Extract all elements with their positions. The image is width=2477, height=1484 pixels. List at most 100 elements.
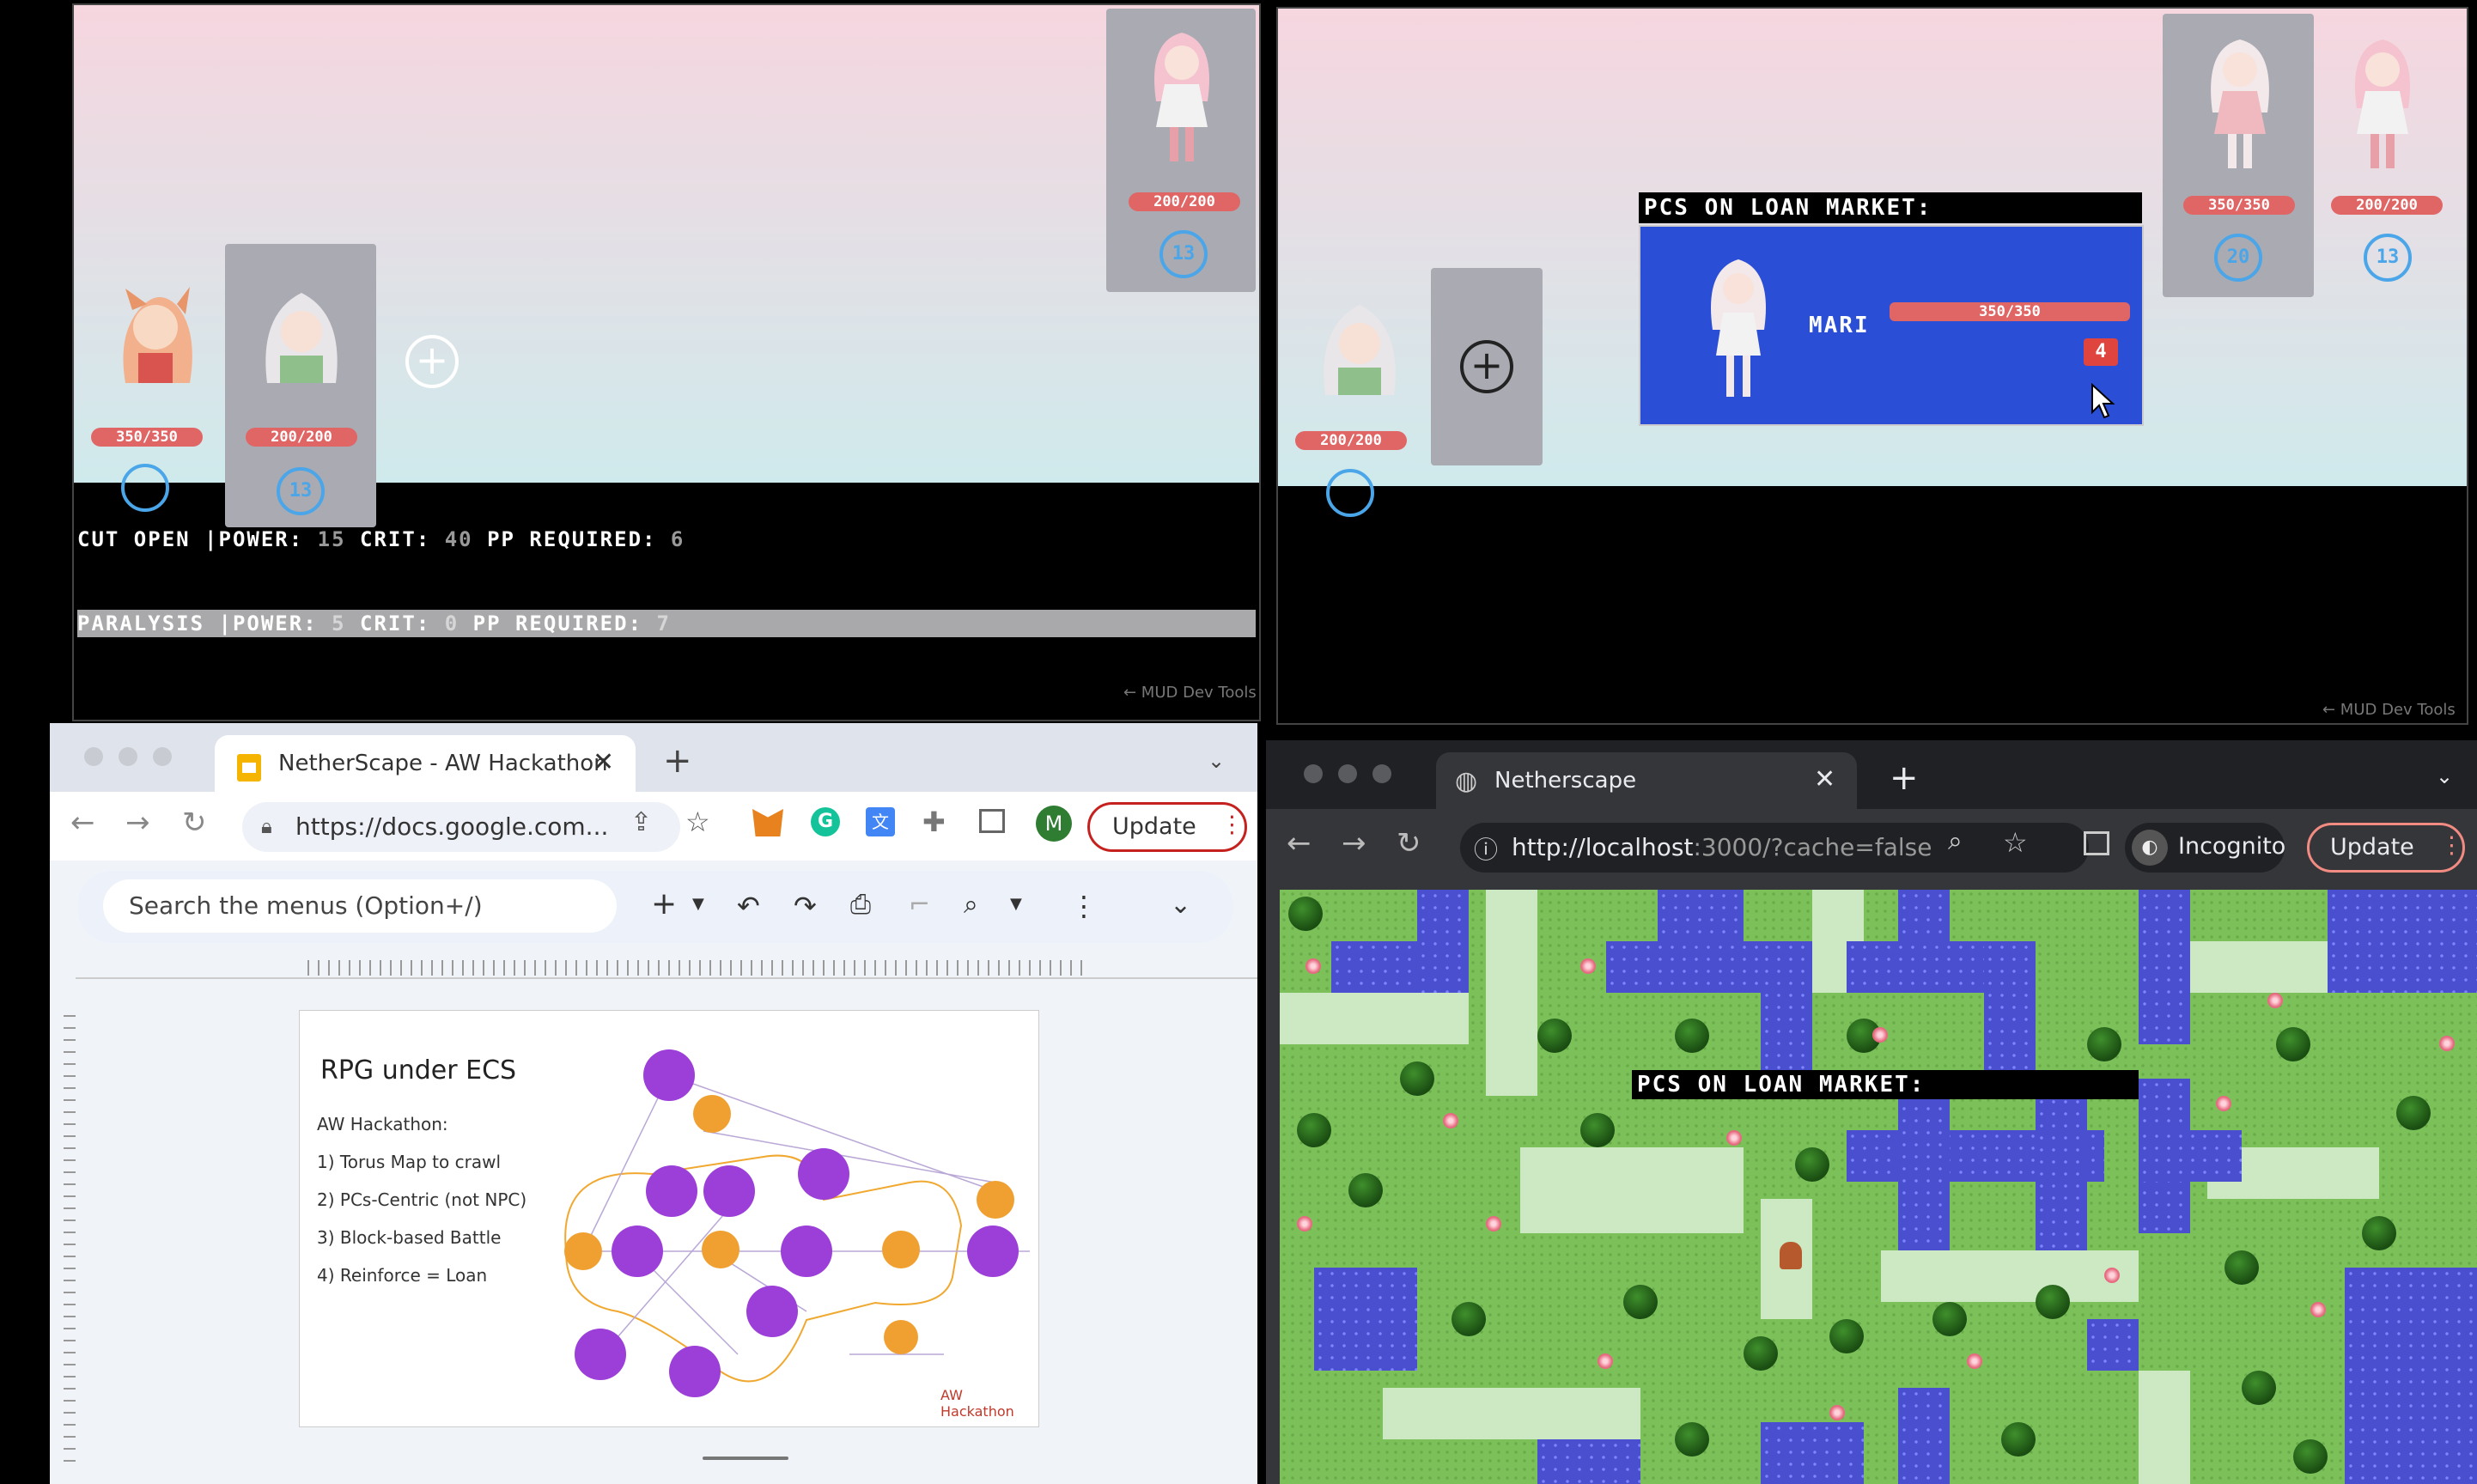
insert-plus-icon[interactable]: + <box>651 886 677 921</box>
party-sprite-white-hair[interactable] <box>1312 292 1407 404</box>
enemy-hp-bar: 200/200 <box>2331 196 2443 215</box>
enemy-hp-bar: 200/200 <box>1129 192 1240 211</box>
search-menus-input[interactable]: Search the menus (Option+/) <box>103 879 617 933</box>
skill-row-cut-open[interactable]: CUT OPEN |POWER: 15 CRIT: 40 PP REQUIRED… <box>77 527 685 551</box>
new-tab-button[interactable]: + <box>1890 761 1919 795</box>
more-vert-icon[interactable]: ⋮ <box>1070 890 1098 922</box>
world-map[interactable]: PCS ON LOAN MARKET: <box>1280 890 2477 1484</box>
bookmark-star-icon[interactable]: ☆ <box>2003 826 2028 859</box>
extensions-puzzle-icon[interactable]: ✚ <box>922 806 946 838</box>
loan-pc-sprite <box>1711 259 1766 397</box>
map-tree <box>1348 1173 1383 1207</box>
slide-line: 2) PCs-Centric (not NPC) <box>317 1189 527 1210</box>
chevron-up-icon[interactable]: ⌄ <box>1170 890 1191 920</box>
update-button[interactable]: Update ⋮ <box>1087 802 1247 852</box>
map-tree <box>1297 1113 1331 1147</box>
mud-dev-tools-link[interactable]: ← MUD Dev Tools <box>1123 684 1257 702</box>
close-icon[interactable]: ✕ <box>593 747 614 777</box>
chevron-down-icon[interactable]: ⌄ <box>2436 764 2453 788</box>
zoom-icon[interactable]: ⌕ <box>1948 826 1963 856</box>
side-panel-icon[interactable] <box>2084 831 2109 855</box>
party-level-ring: 13 <box>277 467 325 515</box>
map-flower <box>2310 1302 2326 1317</box>
window-close-button[interactable] <box>1304 764 1323 783</box>
map-tree <box>1400 1061 1434 1096</box>
incognito-badge[interactable]: ◐ Incognito <box>2125 823 2285 873</box>
map-tree <box>2242 1371 2276 1405</box>
party-hp-bar: 200/200 <box>1295 431 1407 450</box>
incognito-icon: ◐ <box>2132 830 2168 866</box>
map-tree <box>1288 897 1323 931</box>
party-level-ring <box>121 464 169 512</box>
enemy-sprite-pink-girl <box>1154 33 1209 161</box>
map-tree <box>2293 1439 2328 1474</box>
game-browser-window: ◍ Netherscape ✕ + ⌄ ← → ↻ ⓘ http://local… <box>1266 740 2477 1484</box>
side-panel-icon[interactable] <box>979 809 1005 833</box>
party-level-ring <box>1326 469 1374 517</box>
update-button[interactable]: Update ⋮ <box>2307 823 2465 873</box>
map-tree <box>2001 1422 2036 1457</box>
tab-netherscape[interactable]: ◍ Netherscape ✕ <box>1436 752 1857 809</box>
translate-icon[interactable]: 文 <box>866 807 895 836</box>
tab-netherscape-docs[interactable]: NetherScape - AW Hackathon ✕ <box>215 735 636 792</box>
reload-icon[interactable]: ↻ <box>1397 826 1421 861</box>
address-bar[interactable]: 🔒︎ https://docs.google.com... <box>242 802 680 852</box>
map-flower <box>2267 993 2283 1008</box>
party-sprite-fox-girl[interactable] <box>108 280 203 392</box>
zoom-icon[interactable]: ⌕ <box>964 890 978 920</box>
loan-pc-name: MARI <box>1809 313 1870 338</box>
add-party-member-button[interactable]: + <box>405 335 459 388</box>
bookmark-star-icon[interactable]: ☆ <box>685 806 710 838</box>
map-tree <box>2276 1027 2310 1061</box>
window-zoom-button[interactable] <box>153 747 172 766</box>
new-tab-button[interactable]: + <box>663 744 692 778</box>
close-icon[interactable]: ✕ <box>1814 764 1835 794</box>
party-hp-bar: 350/350 <box>91 428 203 447</box>
chevron-down-icon[interactable]: ⌄ <box>1208 749 1225 773</box>
paint-format-icon[interactable]: ⌐ <box>909 890 930 920</box>
scroll-indicator[interactable] <box>703 1457 788 1460</box>
enemy-sprite-pink-girl[interactable] <box>2340 31 2425 177</box>
tab-title: NetherScape - AW Hackathon <box>278 751 608 776</box>
share-icon[interactable]: ⇪ <box>630 807 652 837</box>
back-arrow-icon[interactable]: ← <box>70 806 95 840</box>
redo-icon[interactable]: ↷ <box>794 890 817 922</box>
reload-icon[interactable]: ↻ <box>182 806 207 840</box>
map-tree <box>1744 1336 1778 1371</box>
undo-icon[interactable]: ↶ <box>737 890 760 922</box>
player-character[interactable] <box>1780 1242 1802 1269</box>
slide-canvas[interactable]: RPG under ECS AW Hackathon: 1) Torus Map… <box>299 1010 1039 1427</box>
skill-row-paralysis[interactable]: PARALYSIS |POWER: 5 CRIT: 0 PP REQUIRED:… <box>77 610 1256 637</box>
map-tree <box>1829 1319 1864 1353</box>
party-sprite-white-hair <box>265 293 338 383</box>
forward-arrow-icon[interactable]: → <box>125 806 150 840</box>
add-reinforcement-button[interactable]: + <box>1460 340 1513 393</box>
forward-arrow-icon[interactable]: → <box>1342 826 1366 861</box>
window-minimize-button[interactable] <box>119 747 137 766</box>
back-arrow-icon[interactable]: ← <box>1287 826 1312 861</box>
address-bar[interactable]: ⓘ http://localhost:3000/?cache=false <box>1460 823 2089 873</box>
map-path <box>1280 993 1469 1044</box>
map-tree <box>1795 1147 1829 1182</box>
info-icon: ⓘ <box>1474 836 1499 864</box>
map-tree <box>1675 1422 1709 1457</box>
loan-pc-hp-bar: 350/350 <box>1890 302 2130 321</box>
loan-pc-card[interactable]: MARI 350/350 4 <box>1639 225 2144 426</box>
avatar[interactable]: M <box>1036 806 1072 842</box>
docs-browser-window: NetherScape - AW Hackathon ✕ + ⌄ ← → ↻ 🔒… <box>50 723 1257 1484</box>
loan-market-title: PCS ON LOAN MARKET: <box>1632 1070 2139 1099</box>
print-icon[interactable]: ⎙ <box>850 890 871 920</box>
map-water <box>1761 1422 1864 1484</box>
window-close-button[interactable] <box>84 747 103 766</box>
mud-dev-tools-link[interactable]: ← MUD Dev Tools <box>2322 701 2456 719</box>
caret-down-icon[interactable]: ▼ <box>692 895 704 913</box>
caret-down-icon[interactable]: ▼ <box>1010 895 1022 913</box>
map-flower <box>1872 1027 1888 1043</box>
map-path <box>1881 1250 2139 1302</box>
enemy-hp-bar: 350/350 <box>2183 196 2295 215</box>
window-zoom-button[interactable] <box>1372 764 1391 783</box>
map-tree <box>2036 1285 2070 1319</box>
map-water <box>2345 1268 2477 1484</box>
grammarly-icon[interactable]: G <box>811 807 840 836</box>
window-minimize-button[interactable] <box>1338 764 1357 783</box>
